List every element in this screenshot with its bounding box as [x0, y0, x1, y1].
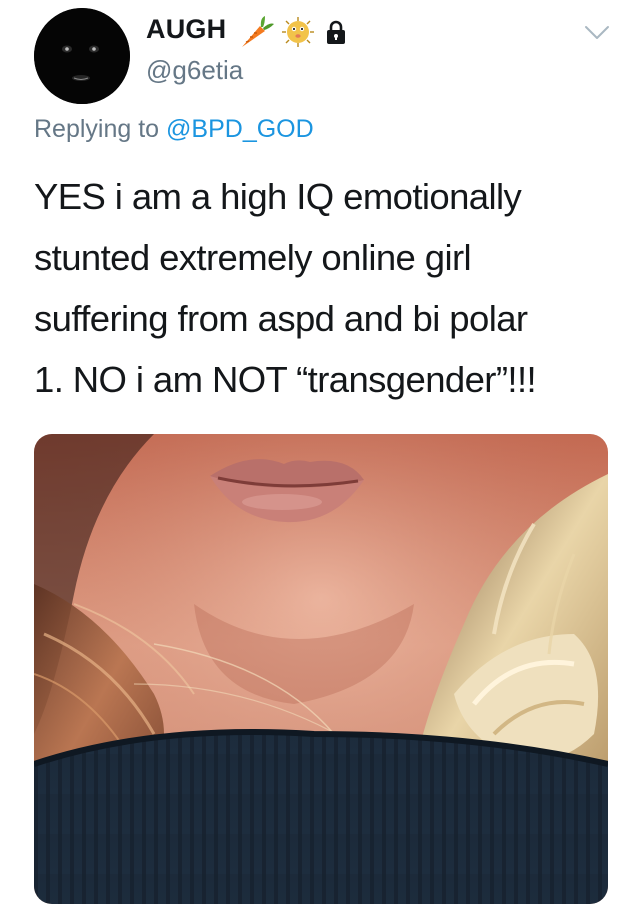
tweet-media-image[interactable]: [34, 434, 608, 904]
tweet-line: suffering from aspd and bi polar: [34, 298, 528, 339]
tweet-line: stunted extremely online girl: [34, 237, 472, 278]
carrot-icon: [242, 16, 274, 47]
tweet-text: YES i am a high IQ emotionally stunted e…: [34, 166, 624, 410]
tweet-line: YES i am a high IQ emotionally: [34, 176, 522, 217]
replying-to-prefix: Replying to: [34, 115, 167, 143]
user-handle[interactable]: @g6etia: [146, 55, 243, 86]
name-emojis: [238, 14, 358, 50]
chevron-down-icon[interactable]: [582, 18, 612, 48]
avatar[interactable]: [34, 8, 130, 104]
lock-icon: [327, 20, 345, 44]
balaclava-avatar-image: [34, 8, 130, 104]
reply-mention-link[interactable]: @BPD_GOD: [166, 115, 314, 143]
replying-to: Replying to @BPD_GOD: [34, 115, 314, 144]
blowfish-icon: [282, 17, 314, 47]
display-name[interactable]: AUGH: [146, 14, 226, 45]
tweet-line: 1. NO i am NOT “transgender”!!!: [34, 359, 537, 400]
